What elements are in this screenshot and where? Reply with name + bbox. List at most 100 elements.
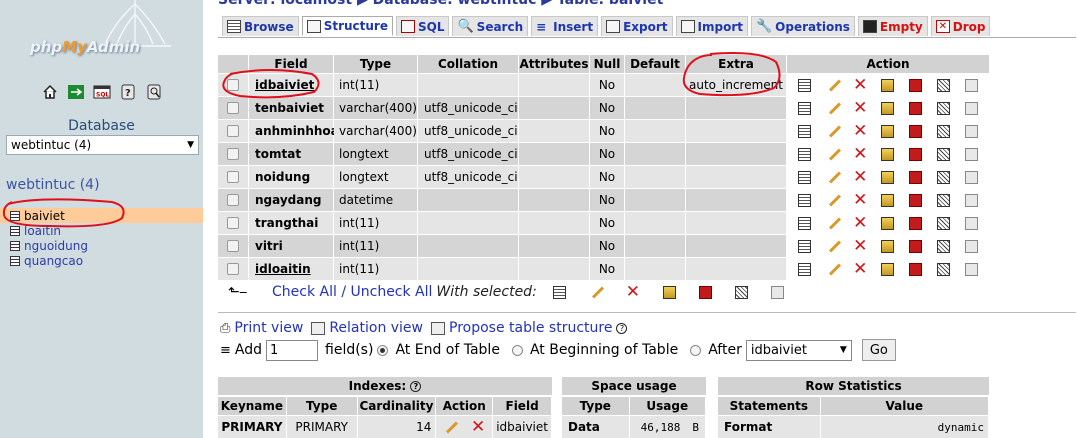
edit-pencil-action[interactable]: [825, 238, 841, 254]
row-checkbox[interactable]: [227, 125, 239, 137]
drop-x-action[interactable]: ✕: [852, 215, 868, 232]
tab-export[interactable]: Export: [601, 16, 673, 36]
tab-operations[interactable]: 🔧 Operations: [750, 16, 855, 36]
documentation-icon[interactable]: ?: [118, 83, 138, 101]
browse-action[interactable]: [797, 123, 813, 139]
phpmyadmin-logo[interactable]: phpMyAdmin: [30, 38, 150, 66]
unique-action[interactable]: [908, 146, 924, 162]
home-icon[interactable]: [40, 83, 60, 101]
database-title-link[interactable]: webtintuc (4): [6, 177, 100, 193]
tab-search[interactable]: 🔍 Search: [452, 16, 529, 36]
index-action[interactable]: [935, 146, 951, 162]
browse-action[interactable]: [797, 261, 813, 277]
print-view-link[interactable]: ⎙ Print view: [220, 320, 303, 336]
tab-drop[interactable]: ✕ Drop: [930, 16, 991, 36]
drop-x-action[interactable]: ✕: [852, 238, 868, 255]
row-checkbox[interactable]: [227, 263, 239, 275]
unique-action[interactable]: [908, 238, 924, 254]
after-field-select[interactable]: idbaiviet ▼: [745, 339, 852, 361]
edit-pencil-action[interactable]: [825, 146, 841, 162]
fulltext-action[interactable]: [963, 215, 979, 231]
drop-x-action[interactable]: ✕: [852, 146, 868, 163]
go-button[interactable]: Go: [861, 339, 896, 361]
index-action[interactable]: [935, 100, 951, 116]
drop-x-icon[interactable]: ✕: [626, 284, 640, 301]
fulltext-action[interactable]: [963, 100, 979, 116]
index-action[interactable]: [935, 77, 951, 93]
tab-structure[interactable]: Structure: [301, 16, 393, 36]
edit-pencil-icon[interactable]: [589, 285, 603, 299]
drop-x-action[interactable]: ✕: [852, 123, 868, 140]
browse-action[interactable]: [797, 77, 813, 93]
unique-action[interactable]: [908, 77, 924, 93]
breadcrumb-table[interactable]: Table: baiviet: [557, 0, 663, 8]
fulltext-icon[interactable]: [771, 285, 785, 299]
row-checkbox[interactable]: [227, 171, 239, 183]
row-checkbox[interactable]: [227, 240, 239, 252]
field-count-input[interactable]: 1: [266, 339, 319, 361]
unique-icon[interactable]: [699, 285, 713, 299]
primary-key-icon[interactable]: [663, 285, 677, 299]
edit-pencil-action[interactable]: [825, 169, 841, 185]
primary-key-action[interactable]: [880, 238, 896, 254]
radio-after[interactable]: [690, 344, 702, 356]
tab-import[interactable]: Import: [675, 16, 748, 36]
sql-docs-icon[interactable]: [144, 83, 164, 101]
sql-query-window-icon[interactable]: SQL: [92, 83, 112, 101]
browse-action[interactable]: [797, 100, 813, 116]
unique-action[interactable]: [908, 261, 924, 277]
browse-action[interactable]: [797, 146, 813, 162]
row-checkbox[interactable]: [227, 194, 239, 206]
row-checkbox[interactable]: [227, 148, 239, 160]
drop-x-icon[interactable]: ✕: [471, 419, 485, 436]
unique-action[interactable]: [908, 123, 924, 139]
unique-action[interactable]: [908, 169, 924, 185]
check-all-link[interactable]: Check All: [272, 284, 337, 300]
browse-action[interactable]: [797, 169, 813, 185]
breadcrumb-database[interactable]: Database: webtintuc: [373, 0, 537, 8]
unique-action[interactable]: [908, 192, 924, 208]
unique-action[interactable]: [908, 215, 924, 231]
tab-insert[interactable]: ≡ Insert: [531, 16, 599, 36]
tab-empty[interactable]: Empty: [857, 16, 928, 36]
tab-sql[interactable]: SQL: [395, 16, 450, 36]
fulltext-action[interactable]: [963, 123, 979, 139]
browse-action[interactable]: [797, 238, 813, 254]
index-icon[interactable]: [735, 285, 749, 299]
primary-key-action[interactable]: [880, 146, 896, 162]
fulltext-action[interactable]: [963, 192, 979, 208]
index-action[interactable]: [935, 123, 951, 139]
breadcrumb-server[interactable]: Server: localhost: [218, 0, 352, 8]
primary-key-action[interactable]: [880, 100, 896, 116]
drop-x-action[interactable]: ✕: [852, 261, 868, 278]
drop-x-action[interactable]: ✕: [852, 100, 868, 117]
unique-action[interactable]: [908, 100, 924, 116]
drop-x-action[interactable]: ✕: [852, 192, 868, 209]
uncheck-all-link[interactable]: Uncheck All: [351, 284, 433, 300]
help-icon[interactable]: ?: [410, 380, 422, 392]
index-action[interactable]: [935, 261, 951, 277]
edit-pencil-action[interactable]: [825, 261, 841, 277]
relation-view-link[interactable]: Relation view: [311, 320, 423, 336]
edit-pencil-icon[interactable]: [443, 420, 457, 434]
table-item-quangcao[interactable]: quangcao: [0, 253, 203, 268]
primary-key-action[interactable]: [880, 192, 896, 208]
primary-key-action[interactable]: [880, 169, 896, 185]
browse-icon[interactable]: [552, 285, 566, 299]
index-action[interactable]: [935, 169, 951, 185]
index-action[interactable]: [935, 238, 951, 254]
edit-pencil-action[interactable]: [825, 192, 841, 208]
row-checkbox[interactable]: [227, 102, 239, 114]
table-item-nguoidung[interactable]: nguoidung: [0, 238, 203, 253]
primary-key-action[interactable]: [880, 123, 896, 139]
fulltext-action[interactable]: [963, 146, 979, 162]
primary-key-action[interactable]: [880, 215, 896, 231]
drop-x-action[interactable]: ✕: [852, 77, 868, 94]
edit-pencil-action[interactable]: [825, 77, 841, 93]
drop-x-action[interactable]: ✕: [852, 169, 868, 186]
edit-pencil-action[interactable]: [825, 123, 841, 139]
radio-at-beginning[interactable]: [511, 344, 523, 356]
radio-at-end[interactable]: [377, 344, 389, 356]
browse-action[interactable]: [797, 192, 813, 208]
help-icon[interactable]: ?: [616, 322, 628, 334]
